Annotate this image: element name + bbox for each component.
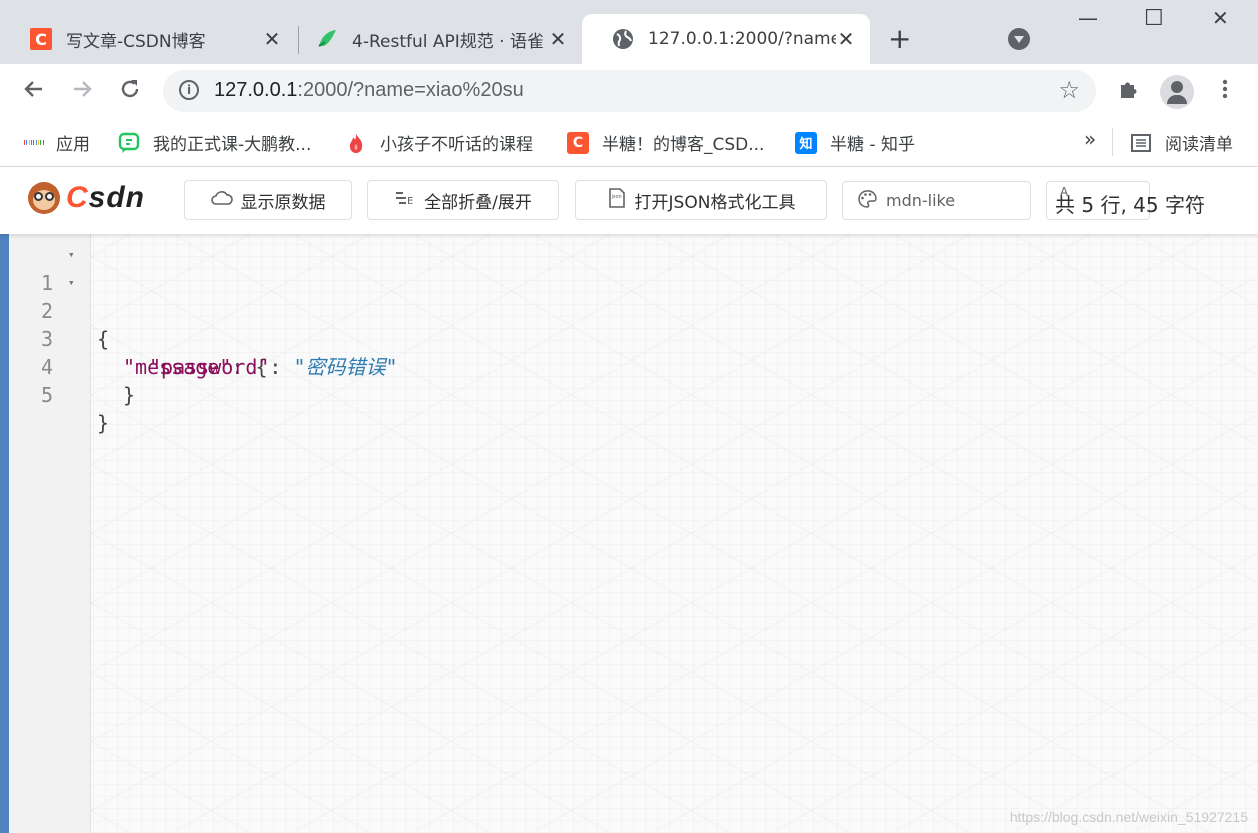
browser-toolbar: i 127.0.0.1:2000/?name=xiao%20su ☆ — [0, 64, 1258, 118]
bookmark-label: 半糖 - 知乎 — [830, 135, 915, 155]
tab-yuque[interactable]: 4-Restful API规范 · 语雀 ✕ — [286, 14, 582, 64]
bookmark-kids-course[interactable]: 小孩子不听话的课程 — [345, 130, 533, 155]
profile-avatar[interactable] — [1160, 75, 1194, 109]
svg-text:E: E — [407, 196, 413, 206]
maximize-button[interactable]: ☐ — [1144, 6, 1164, 31]
tab-search-icon[interactable] — [1008, 28, 1030, 50]
minimize-button[interactable]: — — [1078, 6, 1098, 30]
url-path: :2000/?name=xiao%20su — [297, 79, 524, 101]
reload-icon — [121, 80, 139, 98]
monkey-mascot-icon — [24, 180, 64, 216]
address-bar[interactable]: i 127.0.0.1:2000/?name=xiao%20su ☆ — [163, 70, 1096, 112]
bookmark-course[interactable]: 我的正式课-大鹏教... — [118, 130, 311, 155]
palette-icon — [857, 189, 877, 212]
bookmark-label: 小孩子不听话的课程 — [380, 135, 533, 155]
csdn-c-icon: C — [30, 28, 52, 50]
arrow-left-icon — [24, 81, 42, 97]
fold-arrow-icon[interactable]: ▾ — [68, 269, 75, 297]
bookmark-label: 应用 — [56, 135, 90, 155]
code-line: 5 } — [9, 353, 1258, 435]
bookmarks-bar: 应用 我的正式课-大鹏教... 小孩子不听话的课程 C 半糖！的博客_CSD..… — [0, 118, 1258, 167]
menu-button[interactable] — [1210, 74, 1240, 104]
yuque-bird-icon — [316, 28, 338, 50]
zhihu-icon: 知 — [795, 131, 817, 154]
theme-value: mdn-like — [886, 191, 956, 210]
tab-title: 127.0.0.1:2000/?name=xiao%20su — [648, 29, 836, 49]
green-chat-icon — [118, 131, 140, 154]
close-icon[interactable]: ✕ — [836, 27, 856, 51]
globe-icon — [612, 28, 634, 50]
json-format-tool-button[interactable]: json 打开JSON格式化工具 — [575, 180, 827, 220]
apps-grid-icon — [24, 133, 43, 152]
fold-all-label: 全部折叠/展开 — [424, 192, 532, 213]
reading-list-button[interactable]: 阅读清单 — [1130, 130, 1233, 155]
fold-all-button[interactable]: E 全部折叠/展开 — [367, 180, 559, 220]
forward-button[interactable] — [67, 74, 97, 104]
line-number: 5 — [40, 383, 53, 407]
close-icon[interactable]: ✕ — [548, 27, 568, 51]
json-editor[interactable]: 1 ▾ { 2 ▾ "message": { 3 "password": "密码… — [9, 234, 1258, 833]
bookmark-apps[interactable]: 应用 — [24, 130, 90, 155]
cloud-icon — [210, 190, 233, 210]
tab-title: 4-Restful API规范 · 语雀 — [352, 31, 544, 52]
bookmarks-divider — [1112, 128, 1113, 156]
show-raw-label: 显示原数据 — [240, 192, 326, 213]
csdn-c-icon: C — [567, 131, 589, 154]
bookmark-label: 半糖！的博客_CSD... — [602, 135, 765, 155]
info-icon[interactable]: i — [179, 80, 199, 100]
flame-icon — [345, 131, 367, 154]
bookmark-star-icon[interactable]: ☆ — [1058, 78, 1080, 102]
code-text: } — [97, 409, 109, 437]
url-host: 127.0.0.1 — [214, 79, 298, 101]
code-line: 2 ▾ "message": { — [9, 269, 1258, 379]
json-file-icon: json — [607, 187, 627, 213]
bookmarks-overflow-button[interactable]: » — [1084, 127, 1096, 151]
bookmark-csdn-blog[interactable]: C 半糖！的博客_CSD... — [567, 130, 764, 155]
logo-wordmark: Csdn — [66, 181, 146, 214]
tab-strip: C 写文章-CSDN博客 ✕ 4-Restful API规范 · 语雀 ✕ 12… — [0, 0, 1258, 64]
puzzle-icon — [1121, 82, 1137, 98]
url-text[interactable]: 127.0.0.1:2000/?name=xiao%20su — [214, 79, 524, 102]
extensions-button[interactable] — [1114, 74, 1144, 104]
window-close-button[interactable]: ✕ — [1212, 6, 1229, 30]
fold-tree-icon: E — [394, 190, 416, 210]
new-tab-button[interactable]: + — [888, 25, 911, 53]
code-line: 4 } — [9, 325, 1258, 407]
bookmark-zhihu[interactable]: 知 半糖 - 知乎 — [795, 130, 915, 155]
reload-button[interactable] — [115, 74, 145, 104]
svg-text:json: json — [610, 194, 621, 200]
font-size-icon: A — [1060, 185, 1069, 199]
code-line: 3 "password": "密码错误" — [9, 297, 1258, 379]
code-line: 1 ▾ { — [9, 241, 1258, 351]
theme-select[interactable]: mdn-like — [842, 181, 1031, 220]
brace-token: } — [123, 383, 136, 407]
tab-csdn-editor[interactable]: C 写文章-CSDN博客 ✕ — [0, 14, 296, 64]
tab-localhost[interactable]: 127.0.0.1:2000/?name=xiao%20su ✕ — [582, 14, 870, 64]
bookmark-label: 我的正式课-大鹏教... — [153, 135, 312, 155]
reading-list-icon — [1130, 131, 1152, 154]
close-icon[interactable]: ✕ — [262, 27, 282, 51]
json-format-tool-label: 打开JSON格式化工具 — [634, 192, 796, 213]
brace-token: } — [97, 411, 110, 435]
show-raw-button[interactable]: 显示原数据 — [184, 180, 352, 220]
tab-title: 写文章-CSDN博客 — [66, 31, 206, 52]
back-button[interactable] — [19, 74, 49, 104]
csdn-logo: Csdn — [24, 180, 145, 216]
fold-arrow-icon[interactable]: ▾ — [68, 241, 75, 269]
arrow-right-icon — [74, 81, 92, 97]
json-viewer-toolbar: Csdn 显示原数据 E 全部折叠/展开 json 打开JSON格式化工具 md… — [0, 167, 1258, 234]
watermark: https://blog.csdn.net/weixin_51927215 — [1009, 809, 1248, 825]
reading-list-label: 阅读清单 — [1165, 135, 1233, 155]
code-text: } — [123, 381, 135, 409]
left-accent-stripe — [0, 234, 9, 833]
more-vert-icon — [1222, 79, 1228, 99]
stats-text: 共 5 行, 45 字符 — [1055, 193, 1205, 217]
